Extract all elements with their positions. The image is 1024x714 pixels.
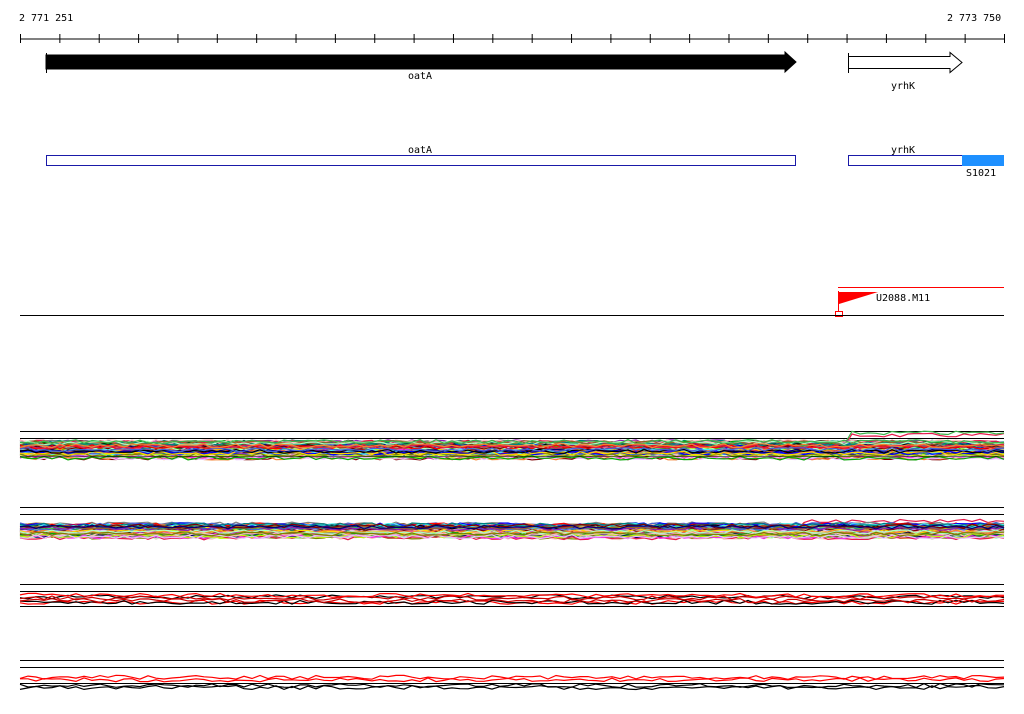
feature-track: oatA yrhK S1021 (46, 145, 1004, 179)
gene-track: oatA yrhK (45, 50, 963, 93)
gene-oatA-arrow[interactable] (45, 50, 797, 74)
expression-band-1 (19, 430, 1005, 461)
feature-yrhK-label: yrhK (891, 145, 915, 156)
expression-band-3 (19, 592, 1005, 605)
marker-U2088-M11[interactable]: U2088.M11 (835, 291, 931, 317)
gene-yrhK-arrow[interactable] (848, 51, 963, 74)
expression-panel-2 (19, 507, 1005, 541)
feature-oatA[interactable]: oatA (46, 145, 796, 166)
expression-trace (19, 592, 1005, 598)
expression-band-4 (19, 674, 1005, 691)
expression-panel-3 (19, 584, 1005, 607)
marker-label: U2088.M11 (876, 293, 930, 304)
marker-track: U2088.M11 (20, 287, 1004, 317)
gene-yrhK-label: yrhK (891, 81, 915, 92)
feature-oatA-label: oatA (408, 145, 432, 156)
coordinate-ruler (20, 34, 1005, 43)
red-flag-icon[interactable] (839, 292, 878, 304)
feature-S1021-box[interactable] (962, 155, 1004, 166)
expression-panel-4 (19, 660, 1005, 691)
feature-yrhK[interactable]: yrhK (848, 145, 963, 166)
feature-oatA-box[interactable] (46, 155, 796, 166)
feature-S1021-label: S1021 (966, 168, 996, 179)
gene-yrhK[interactable]: yrhK (848, 51, 963, 93)
expression-band-2 (19, 518, 1005, 541)
expression-panel-1 (19, 430, 1005, 461)
feature-yrhK-box[interactable] (848, 155, 963, 166)
feature-S1021[interactable]: S1021 (962, 155, 1004, 179)
gene-oatA-label: oatA (408, 71, 432, 82)
genome-viewer[interactable]: oatA yrhK oatA yrhK S1021 U2088.M11 (0, 0, 1024, 714)
gene-oatA[interactable]: oatA (45, 50, 797, 82)
